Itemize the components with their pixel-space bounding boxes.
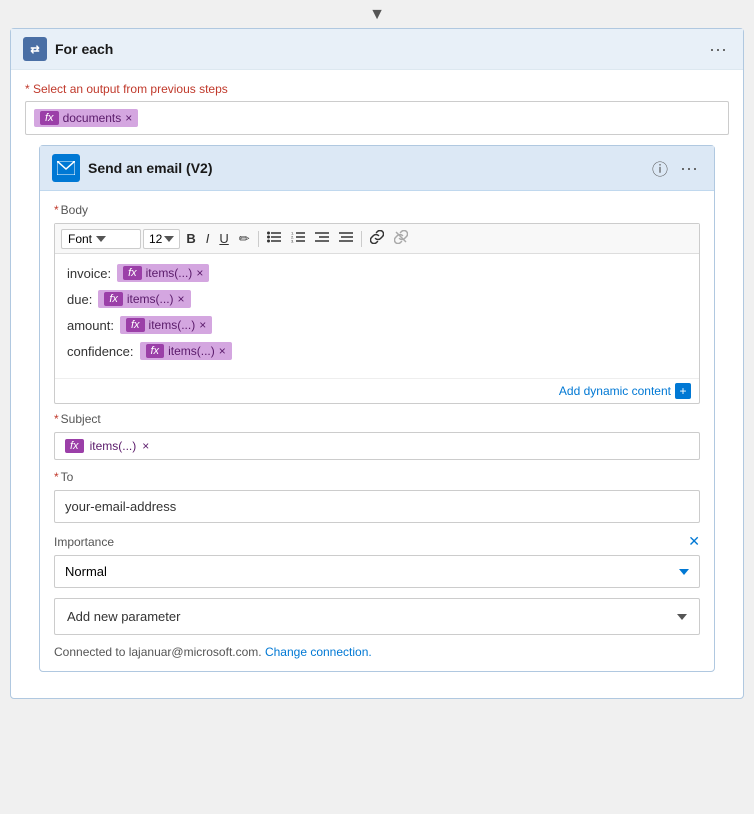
due-tag-text: items(...) <box>127 292 174 306</box>
add-param-chevron-icon <box>677 614 687 620</box>
unlink-button[interactable] <box>390 228 412 249</box>
pen-button[interactable]: ✏ <box>235 229 254 249</box>
importance-chevron-icon <box>679 569 689 575</box>
to-section-label: *To <box>54 470 700 484</box>
subject-input[interactable]: fx items(...) × <box>54 432 700 460</box>
indent-right-button[interactable] <box>335 229 357 248</box>
email-header: Send an email (V2) ⓘ ··· <box>40 146 714 191</box>
invoice-tag: fx items(...) × <box>117 264 209 282</box>
subject-section-label: *Subject <box>54 412 700 426</box>
amount-tag: fx items(...) × <box>120 316 212 334</box>
due-tag: fx items(...) × <box>98 290 190 308</box>
documents-tag: fx documents × <box>34 109 138 127</box>
select-output-label: * Select an output from previous steps <box>25 82 729 96</box>
amount-tag-text: items(...) <box>149 318 196 332</box>
link-button[interactable] <box>366 228 388 249</box>
amount-tag-fx: fx <box>126 318 145 332</box>
toolbar-separator-2 <box>361 231 362 247</box>
importance-header: Importance ✕ <box>54 533 700 550</box>
add-dynamic-button[interactable]: Add dynamic content + <box>559 383 691 399</box>
body-editor[interactable]: Font 12 B I U ✏ <box>54 223 700 404</box>
foreach-container: ⇄ For each ··· * Select an output from p… <box>10 28 744 699</box>
invoice-tag-fx: fx <box>123 266 142 280</box>
subject-tag-text: items(...) <box>90 439 137 453</box>
add-param-label: Add new parameter <box>67 609 180 624</box>
subject-tag-fx: fx <box>65 439 84 453</box>
email-ellipsis-button[interactable]: ··· <box>676 158 702 179</box>
invoice-row: invoice: fx items(...) × <box>67 264 687 282</box>
body-section-label: *Body <box>54 203 700 217</box>
change-connection-link[interactable]: Change connection. <box>265 645 372 659</box>
documents-tag-text: documents <box>63 111 122 125</box>
bold-button[interactable]: B <box>182 229 199 248</box>
documents-tag-close[interactable]: × <box>125 112 132 124</box>
importance-select[interactable]: Normal <box>54 555 700 588</box>
email-title: Send an email (V2) <box>88 160 212 176</box>
importance-clear-button[interactable]: ✕ <box>688 533 700 550</box>
amount-label: amount: <box>67 318 114 333</box>
top-arrow-icon: ▼ <box>0 0 754 28</box>
bullet-list-button[interactable] <box>263 229 285 248</box>
due-label: due: <box>67 292 92 307</box>
font-size-value: 12 <box>149 232 162 246</box>
due-row: due: fx items(...) × <box>67 290 687 308</box>
underline-button[interactable]: U <box>215 229 232 248</box>
ordered-list-button[interactable]: 1.2.3. <box>287 229 309 248</box>
confidence-label: confidence: <box>67 344 134 359</box>
connected-text: Connected to lajanuar@microsoft.com. Cha… <box>54 645 700 659</box>
foreach-body: * Select an output from previous steps f… <box>11 70 743 698</box>
documents-tag-fx: fx <box>40 111 59 125</box>
svg-text:3.: 3. <box>291 239 294 244</box>
add-param-section[interactable]: Add new parameter <box>54 598 700 635</box>
amount-row: amount: fx items(...) × <box>67 316 687 334</box>
email-header-left: Send an email (V2) <box>52 154 212 182</box>
confidence-row: confidence: fx items(...) × <box>67 342 687 360</box>
foreach-ellipsis-button[interactable]: ··· <box>705 39 731 60</box>
invoice-label: invoice: <box>67 266 111 281</box>
subject-tag-close[interactable]: × <box>142 440 149 452</box>
add-dynamic-row: Add dynamic content + <box>55 378 699 403</box>
indent-left-button[interactable] <box>311 229 333 248</box>
to-value: your-email-address <box>65 499 176 514</box>
importance-section: Importance ✕ Normal <box>54 533 700 588</box>
invoice-tag-text: items(...) <box>146 266 193 280</box>
confidence-tag-text: items(...) <box>168 344 215 358</box>
foreach-header-left: ⇄ For each <box>23 37 113 61</box>
font-select[interactable]: Font <box>61 229 141 249</box>
invoice-tag-close[interactable]: × <box>196 267 203 279</box>
font-label: Font <box>68 232 92 246</box>
due-tag-fx: fx <box>104 292 123 306</box>
font-size-select[interactable]: 12 <box>143 229 180 249</box>
foreach-icon: ⇄ <box>23 37 47 61</box>
amount-tag-close[interactable]: × <box>199 319 206 331</box>
to-input[interactable]: your-email-address <box>54 490 700 523</box>
connected-info: Connected to lajanuar@microsoft.com. <box>54 645 262 659</box>
add-dynamic-label: Add dynamic content <box>559 384 671 398</box>
importance-label: Importance <box>54 535 114 549</box>
email-icon <box>52 154 80 182</box>
add-dynamic-plus-icon: + <box>675 383 691 399</box>
foreach-title: For each <box>55 41 113 57</box>
confidence-tag-close[interactable]: × <box>219 345 226 357</box>
info-button[interactable]: ⓘ <box>652 156 668 180</box>
italic-button[interactable]: I <box>202 229 214 248</box>
confidence-tag: fx items(...) × <box>140 342 232 360</box>
email-body: *Body Font 12 B I U <box>40 191 714 671</box>
editor-content[interactable]: invoice: fx items(...) × due: fx <box>55 254 699 378</box>
font-chevron-icon <box>96 236 106 242</box>
select-output-input[interactable]: fx documents × <box>25 101 729 135</box>
email-card: Send an email (V2) ⓘ ··· *Body <box>39 145 715 672</box>
font-size-chevron-icon <box>164 236 174 242</box>
toolbar-separator-1 <box>258 231 259 247</box>
foreach-header: ⇄ For each ··· <box>11 29 743 70</box>
due-tag-close[interactable]: × <box>178 293 185 305</box>
confidence-tag-fx: fx <box>146 344 165 358</box>
editor-toolbar: Font 12 B I U ✏ <box>55 224 699 254</box>
email-header-right: ⓘ ··· <box>652 156 702 180</box>
importance-value: Normal <box>65 564 107 579</box>
